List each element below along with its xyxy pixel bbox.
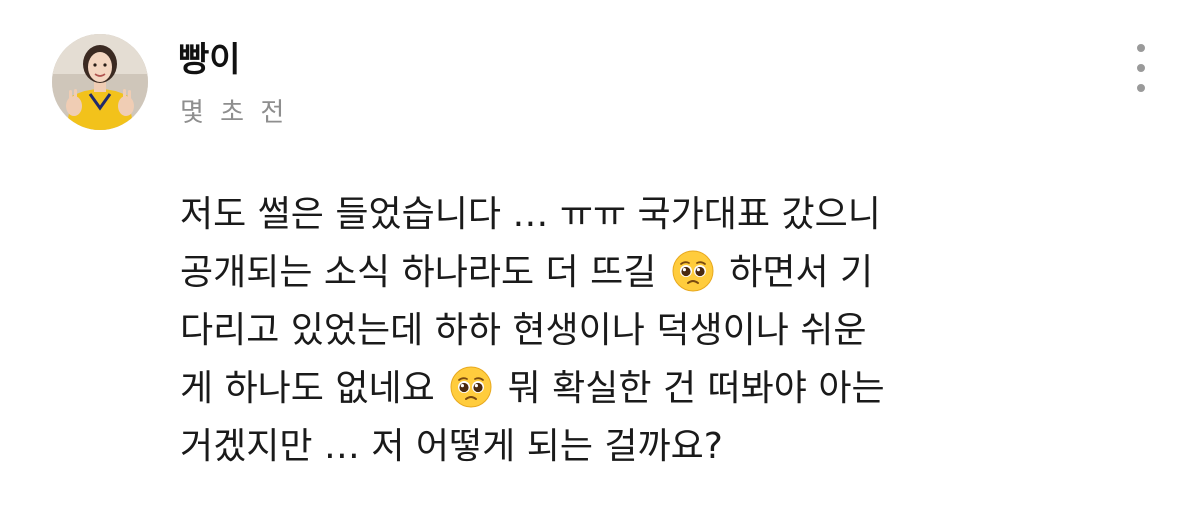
more-options-button[interactable] (1126, 40, 1156, 96)
avatar[interactable] (52, 34, 148, 130)
author-name[interactable]: 빵이 (178, 40, 241, 80)
comment-text: 하면서 기 (717, 252, 874, 293)
pleading-face-emoji (672, 250, 714, 292)
comment-text: 저도 썰은 들었습니다 … ㅠㅠ 국가대표 갔으니 (180, 194, 881, 235)
more-vertical-icon (1137, 64, 1145, 72)
comment-text: 다리고 있었는데 하하 현생이나 덕생이나 쉬운 (180, 310, 867, 351)
comment-text: 게 하나도 없네요 (180, 368, 447, 409)
comment-timestamp: 몇 초 전 (180, 98, 289, 128)
comment-text: 공개되는 소식 하나라도 더 뜨길 (180, 252, 668, 293)
pleading-face-emoji (450, 366, 492, 408)
comment-text: 뭐 확실한 건 떠봐야 아는 (496, 368, 885, 409)
comment-body-line: 거겠지만 … 저 어떻게 되는 걸까요? (180, 418, 1000, 476)
comment-body-line: 게 하나도 없네요 뭐 확실한 건 떠봐야 아는 (180, 360, 1000, 418)
comment-body-line: 저도 썰은 들었습니다 … ㅠㅠ 국가대표 갔으니 (180, 186, 1000, 244)
more-vertical-icon (1137, 84, 1145, 92)
comment-text: 거겠지만 … 저 어떻게 되는 걸까요? (180, 426, 723, 467)
comment-body-line: 공개되는 소식 하나라도 더 뜨길 하면서 기 (180, 244, 1000, 302)
comment-card: 빵이 몇 초 전 저도 썰은 들었습니다 … ㅠㅠ 국가대표 갔으니 공개되는 … (0, 0, 1200, 508)
comment-body-line: 다리고 있었는데 하하 현생이나 덕생이나 쉬운 (180, 302, 1000, 360)
more-vertical-icon (1137, 44, 1145, 52)
comment-body: 저도 썰은 들었습니다 … ㅠㅠ 국가대표 갔으니 공개되는 소식 하나라도 더… (180, 186, 1000, 476)
